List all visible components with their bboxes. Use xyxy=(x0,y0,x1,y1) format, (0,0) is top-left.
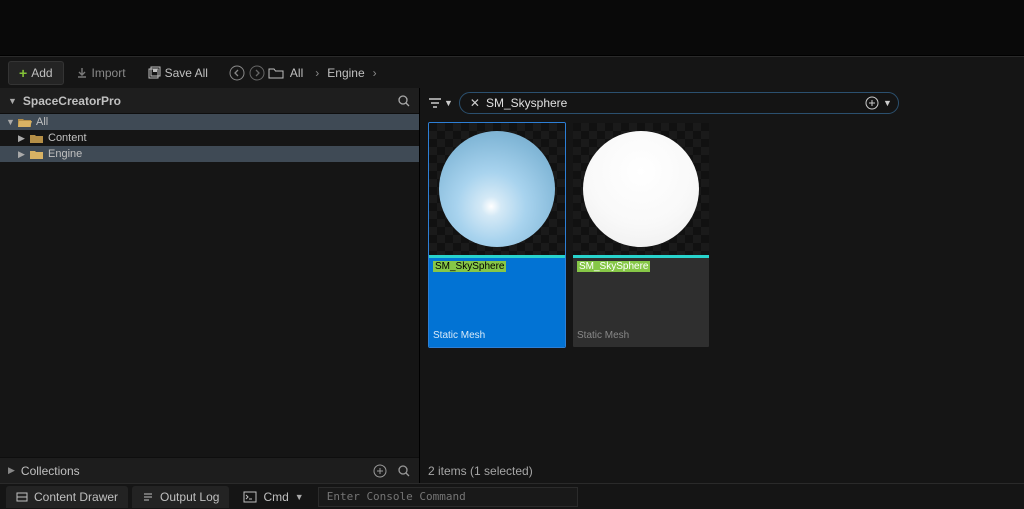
chevron-down-icon: ▼ xyxy=(444,98,453,108)
viewport-area xyxy=(0,0,1024,56)
sources-tree: ▼ All ▶ Content ▶ Engine xyxy=(0,114,419,457)
tree-label: Content xyxy=(48,132,87,144)
save-search-icon[interactable] xyxy=(865,96,879,110)
plus-icon: + xyxy=(19,66,27,80)
folder-open-icon xyxy=(18,117,32,127)
tree-label: Engine xyxy=(48,148,82,160)
log-icon xyxy=(142,491,154,503)
console-input[interactable] xyxy=(325,489,571,504)
sphere-preview-icon xyxy=(583,131,699,247)
filter-icon xyxy=(428,97,442,109)
chevron-down-icon[interactable]: ▼ xyxy=(883,98,892,108)
folder-icon xyxy=(30,133,44,143)
drawer-icon xyxy=(16,491,28,503)
sphere-preview-icon xyxy=(439,131,555,247)
cmd-tab[interactable]: Cmd ▼ xyxy=(233,486,313,508)
asset-search-input[interactable] xyxy=(484,95,865,111)
nav-forward-icon[interactable] xyxy=(248,64,266,82)
output-log-tab[interactable]: Output Log xyxy=(132,486,229,508)
asset-view: ▼ ✕ ▼ SM_SkySphere Static Mesh xyxy=(420,88,1024,483)
sources-panel: ▼ SpaceCreatorPro ▼ All ▶ Content xyxy=(0,88,420,483)
collections-label: Collections xyxy=(21,464,80,478)
sources-title: SpaceCreatorPro xyxy=(23,94,121,108)
content-drawer-label: Content Drawer xyxy=(34,490,118,504)
expand-icon[interactable]: ▼ xyxy=(6,117,16,127)
chevron-right-icon: › xyxy=(309,66,325,80)
search-icon[interactable] xyxy=(397,464,411,478)
add-label: Add xyxy=(31,66,52,80)
asset-name: SM_SkySphere xyxy=(433,261,506,272)
asset-thumbnail xyxy=(573,123,709,255)
breadcrumb-all[interactable]: All xyxy=(286,66,307,80)
asset-type: Static Mesh xyxy=(577,330,705,341)
console-icon xyxy=(243,491,257,503)
import-icon xyxy=(76,67,88,79)
asset-name: SM_SkySphere xyxy=(577,261,650,272)
status-bar: 2 items (1 selected) xyxy=(420,459,1024,483)
asset-thumbnail xyxy=(429,123,565,255)
asset-type: Static Mesh xyxy=(433,330,561,341)
chevron-down-icon: ▼ xyxy=(295,492,304,502)
tree-row-engine[interactable]: ▶ Engine xyxy=(0,146,419,162)
search-icon[interactable] xyxy=(397,94,411,108)
console-input-box[interactable] xyxy=(318,487,578,507)
collections-header[interactable]: ▶ Collections xyxy=(0,457,419,483)
save-all-icon xyxy=(148,66,161,79)
import-label: Import xyxy=(92,66,126,80)
content-drawer-tab[interactable]: Content Drawer xyxy=(6,486,128,508)
import-button[interactable]: Import xyxy=(66,61,136,85)
folder-icon xyxy=(30,149,44,159)
filter-button[interactable]: ▼ xyxy=(428,97,453,109)
asset-grid: SM_SkySphere Static Mesh SM_SkySphere St… xyxy=(420,118,1024,459)
add-collection-icon[interactable] xyxy=(373,464,387,478)
add-button[interactable]: + Add xyxy=(8,61,64,85)
breadcrumb-engine[interactable]: Engine xyxy=(327,66,364,80)
content-toolbar: + Add Import Save All All › Engine › xyxy=(0,56,1024,88)
clear-search-icon[interactable]: ✕ xyxy=(466,96,484,110)
expand-icon[interactable]: ▶ xyxy=(18,149,28,160)
expand-icon[interactable]: ▶ xyxy=(18,133,28,144)
filter-row: ▼ ✕ ▼ xyxy=(420,88,1024,118)
tree-row-content[interactable]: ▶ Content xyxy=(0,130,419,146)
tree-label: All xyxy=(36,116,48,128)
cmd-label: Cmd xyxy=(263,490,288,504)
sources-header[interactable]: ▼ SpaceCreatorPro xyxy=(0,88,419,114)
output-log-label: Output Log xyxy=(160,490,219,504)
disclosure-triangle-icon: ▶ xyxy=(8,465,15,476)
bottom-bar: Content Drawer Output Log Cmd ▼ xyxy=(0,483,1024,509)
folder-path-icon[interactable] xyxy=(268,66,284,80)
tree-row-all[interactable]: ▼ All xyxy=(0,114,419,130)
disclosure-triangle-icon: ▼ xyxy=(8,96,17,106)
chevron-right-icon: › xyxy=(367,66,383,80)
save-all-label: Save All xyxy=(165,66,208,80)
asset-tile[interactable]: SM_SkySphere Static Mesh xyxy=(428,122,566,348)
status-text: 2 items (1 selected) xyxy=(428,464,533,478)
asset-tile[interactable]: SM_SkySphere Static Mesh xyxy=(572,122,710,348)
nav-back-icon[interactable] xyxy=(228,64,246,82)
save-all-button[interactable]: Save All xyxy=(138,61,218,85)
asset-search-box[interactable]: ✕ ▼ xyxy=(459,92,899,114)
